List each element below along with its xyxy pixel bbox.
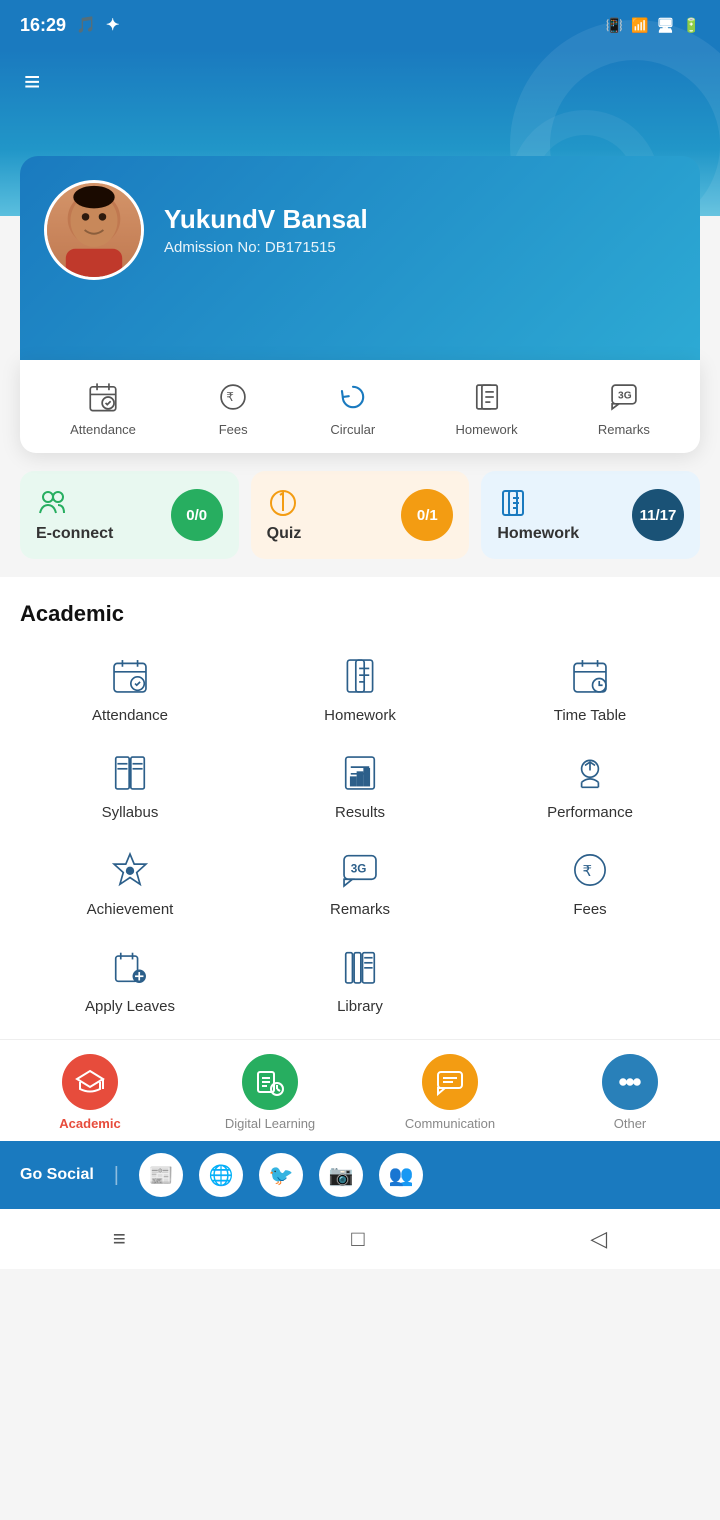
svg-text:₹: ₹ (582, 863, 592, 880)
quick-menu-card: Attendance ₹ Fees Circular Homework 3G (20, 360, 700, 453)
quick-fees[interactable]: ₹ Fees (216, 380, 250, 437)
stat-econnect[interactable]: E-connect 0/0 (20, 471, 239, 559)
grid-performance[interactable]: Performance (480, 752, 700, 821)
grid-timetable-label: Time Table (554, 707, 627, 724)
go-social-label: Go Social (20, 1166, 94, 1184)
grid-attendance[interactable]: Attendance (20, 655, 240, 724)
social-globe-icon[interactable]: 🌐 (199, 1153, 243, 1197)
quick-homework-label: Homework (455, 422, 517, 437)
grid-applyleaves[interactable]: Apply Leaves (20, 946, 240, 1015)
nav-academic[interactable]: Academic (0, 1054, 180, 1131)
nav-digital[interactable]: Digital Learning (180, 1054, 360, 1131)
grid-library[interactable]: Library (250, 946, 470, 1015)
grid-fees-label: Fees (573, 901, 606, 918)
grid-timetable[interactable]: Time Table (480, 655, 700, 724)
stat-quiz[interactable]: Quiz 0/1 (251, 471, 470, 559)
grid-syllabus-label: Syllabus (102, 804, 159, 821)
profile-name: YukundV Bansal (164, 204, 368, 235)
nav-academic-label: Academic (59, 1116, 120, 1131)
social-icons: 📰 🌐 🐦 📷 👥 (139, 1153, 423, 1197)
grid-empty (480, 946, 700, 1015)
quick-fees-label: Fees (219, 422, 248, 437)
quick-circular-label: Circular (330, 422, 375, 437)
bottom-nav: Academic Digital Learning Commu (0, 1039, 720, 1141)
android-back-btn[interactable]: ◁ (590, 1226, 607, 1252)
profile-info: YukundV Bansal Admission No: DB171515 (164, 204, 368, 256)
quick-remarks-label: Remarks (598, 422, 650, 437)
profile-section: YukundV Bansal Admission No: DB171515 (20, 156, 700, 360)
nav-communication-label: Communication (405, 1116, 495, 1131)
status-time: 16:29 (20, 15, 66, 36)
nav-digital-label: Digital Learning (225, 1116, 315, 1131)
stats-row: E-connect 0/0 Quiz 0/1 Homework (20, 471, 700, 559)
android-home-btn[interactable]: □ (351, 1226, 364, 1252)
homework-stat-label: Homework (497, 525, 579, 543)
social-instagram-icon[interactable]: 📷 (319, 1153, 363, 1197)
svg-text:3G: 3G (351, 863, 367, 876)
grid-library-label: Library (337, 998, 383, 1015)
nav-other-icon (602, 1054, 658, 1110)
econnect-label: E-connect (36, 525, 113, 543)
econnect-badge: 0/0 (171, 489, 223, 541)
academic-section: Academic Attendance Homework (0, 577, 720, 1039)
quick-homework[interactable]: Homework (455, 380, 517, 437)
grid-syllabus[interactable]: Syllabus (20, 752, 240, 821)
grid-remarks[interactable]: 3G Remarks (250, 849, 470, 918)
go-social-bar: Go Social | 📰 🌐 🐦 📷 👥 (0, 1141, 720, 1209)
nav-communication-icon (422, 1054, 478, 1110)
social-twitter-icon[interactable]: 🐦 (259, 1153, 303, 1197)
quick-attendance-label: Attendance (70, 422, 136, 437)
status-icon2: ✦ (106, 15, 119, 35)
grid-achievement[interactable]: Achievement (20, 849, 240, 918)
quick-circular[interactable]: Circular (330, 380, 375, 437)
status-time-area: 16:29 🎵 ✦ (20, 15, 119, 36)
nav-digital-icon (242, 1054, 298, 1110)
grid-homework-label: Homework (324, 707, 396, 724)
profile-admission: Admission No: DB171515 (164, 239, 368, 256)
svg-text:₹: ₹ (226, 390, 234, 404)
svg-text:3G: 3G (618, 391, 632, 402)
nav-other[interactable]: Other (540, 1054, 720, 1131)
grid-performance-label: Performance (547, 804, 633, 821)
section-title: Academic (20, 601, 700, 627)
grid-remarks-label: Remarks (330, 901, 390, 918)
social-group-icon[interactable]: 👥 (379, 1153, 423, 1197)
grid-results-label: Results (335, 804, 385, 821)
nav-academic-icon (62, 1054, 118, 1110)
stat-homework[interactable]: Homework 11/17 (481, 471, 700, 559)
go-social-divider: | (114, 1164, 119, 1187)
quiz-badge: 0/1 (401, 489, 453, 541)
grid-attendance-label: Attendance (92, 707, 168, 724)
android-menu-btn[interactable]: ≡ (113, 1226, 126, 1252)
grid-achievement-label: Achievement (87, 901, 174, 918)
grid-applyleaves-label: Apply Leaves (85, 998, 175, 1015)
quick-remarks[interactable]: 3G Remarks (598, 380, 650, 437)
nav-communication[interactable]: Communication (360, 1054, 540, 1131)
quiz-label: Quiz (267, 525, 302, 543)
nav-other-label: Other (614, 1116, 647, 1131)
academic-grid: Attendance Homework Time Table (20, 655, 700, 1015)
social-newspaper-icon[interactable]: 📰 (139, 1153, 183, 1197)
quick-attendance[interactable]: Attendance (70, 380, 136, 437)
android-nav: ≡ □ ◁ (0, 1209, 720, 1269)
status-icon1: 🎵 (76, 15, 96, 35)
grid-fees[interactable]: ₹ Fees (480, 849, 700, 918)
grid-results[interactable]: Results (250, 752, 470, 821)
avatar (44, 180, 144, 280)
homework-badge: 11/17 (632, 489, 684, 541)
grid-homework[interactable]: Homework (250, 655, 470, 724)
